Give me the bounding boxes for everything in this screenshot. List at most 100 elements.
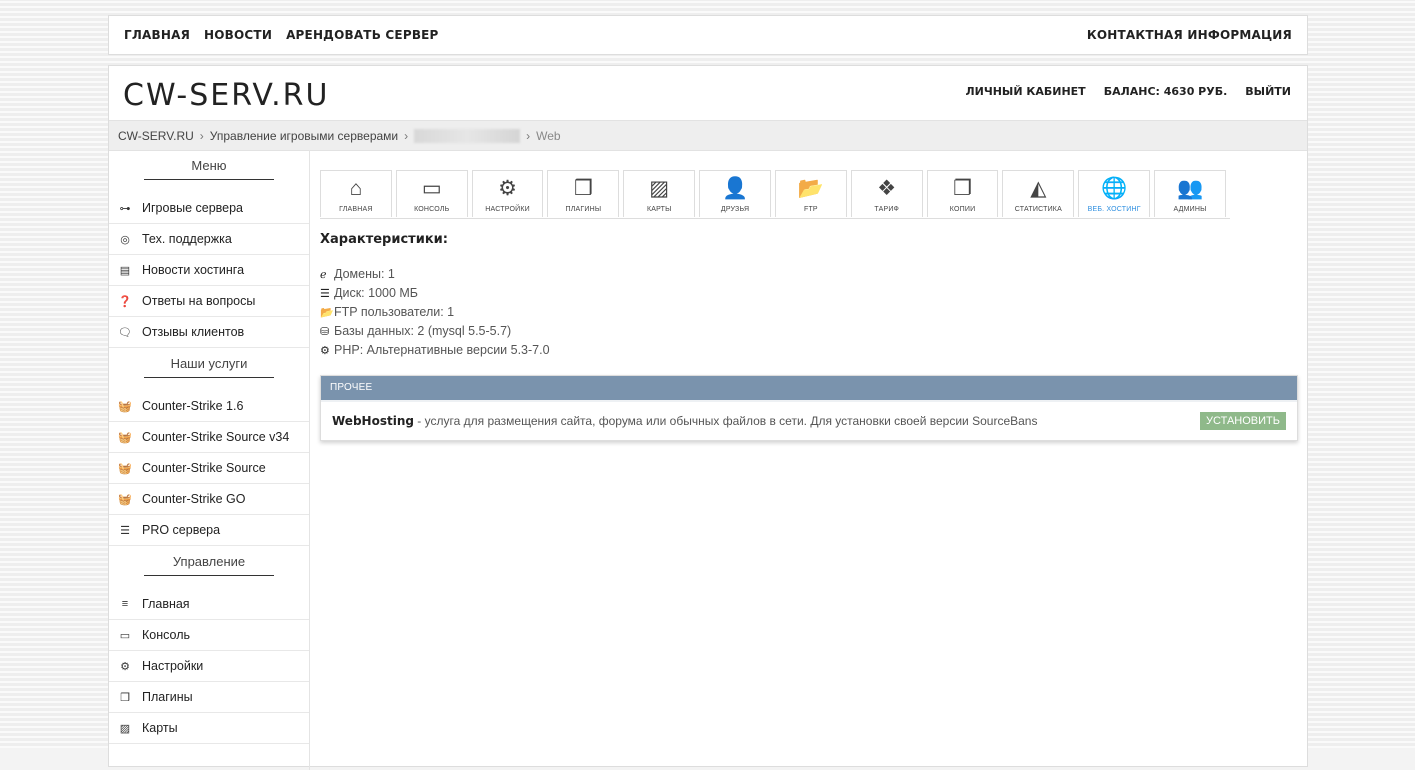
breadcrumb-separator: › bbox=[199, 128, 204, 143]
globe-icon: 🌐 bbox=[1101, 177, 1128, 200]
gear-icon: ⚙ bbox=[498, 177, 517, 200]
breadcrumb-home[interactable]: CW-SERV.RU bbox=[118, 129, 194, 143]
sidebar-item-reviews[interactable]: 🗨 Отзывы клиентов bbox=[109, 317, 309, 348]
spec-disk: ☰ Диск: 1000 МБ bbox=[320, 284, 1300, 303]
tab-label: КОПИИ bbox=[949, 206, 976, 213]
spec-domains: ℯ Домены: 1 bbox=[320, 265, 1300, 284]
sidebar: Меню ⊶ Игровые сервера ◎ Тех. поддержка ▤ Н… bbox=[109, 150, 310, 770]
ie-icon: ℯ bbox=[320, 269, 327, 281]
spec-text: FTP пользователи: 1 bbox=[334, 305, 455, 319]
tab-label: СТАТИСТИКА bbox=[1014, 206, 1062, 213]
tab-label: АДМИНЫ bbox=[1173, 206, 1207, 213]
webhosting-row: WebHosting - услуга для размещения сайта… bbox=[321, 400, 1297, 440]
sidebar-item-label: Тех. поддержка bbox=[142, 232, 232, 246]
breadcrumb: CW-SERV.RU › Управление игровыми сервера… bbox=[109, 120, 1307, 151]
basket-icon: 🧺 bbox=[118, 400, 132, 413]
tab-web-hosting[interactable]: 🌐 ВЕБ. ХОСТИНГ bbox=[1078, 170, 1151, 217]
basket-icon: 🧺 bbox=[118, 493, 132, 506]
tab-admins[interactable]: 👥 АДМИНЫ bbox=[1154, 170, 1226, 217]
gamepad-icon: ⊶ bbox=[119, 202, 131, 215]
sidebar-item-label: Игровые сервера bbox=[142, 201, 244, 215]
sidebar-item-settings[interactable]: ⚙ Настройки bbox=[109, 651, 309, 682]
area-chart-icon: ◭ bbox=[1030, 177, 1047, 200]
image-icon: ▨ bbox=[649, 177, 670, 200]
tab-label: ТАРИФ bbox=[874, 206, 900, 213]
tab-label: ПЛАГИНЫ bbox=[565, 206, 602, 213]
tab-home[interactable]: ⌂ ГЛАВНАЯ bbox=[320, 170, 392, 217]
sidebar-item-label: Новости хостинга bbox=[142, 263, 245, 277]
webhosting-desc-text: - услуга для размещения сайта, форума ил… bbox=[413, 414, 1038, 428]
question-icon: ❓ bbox=[118, 295, 132, 308]
tab-copies[interactable]: ❐ КОПИИ bbox=[926, 170, 999, 217]
tab-label: FTP bbox=[803, 206, 818, 213]
server-icon: ☰ bbox=[320, 288, 330, 300]
breadcrumb-separator: › bbox=[404, 128, 409, 143]
sidebar-item-label: Настройки bbox=[142, 659, 204, 673]
install-button[interactable]: УСТАНОВИТЬ bbox=[1200, 412, 1286, 430]
specs-list: ℯ Домены: 1 ☰ Диск: 1000 МБ 📂FTP пользоват… bbox=[320, 265, 1300, 360]
account-bar: ЛИЧНЫЙ КАБИНЕТ БАЛАНС: 4630 РУБ. ВЫЙТИ bbox=[947, 85, 1291, 98]
sidebar-item-css[interactable]: 🧺 Counter-Strike Source bbox=[109, 453, 309, 484]
tab-label: ВЕБ. ХОСТИНГ bbox=[1087, 206, 1141, 213]
nav-link-home[interactable]: ГЛАВНАЯ bbox=[124, 28, 190, 42]
sidebar-item-label: Отзывы клиентов bbox=[142, 325, 245, 339]
logout-link[interactable]: ВЫЙТИ bbox=[1245, 85, 1291, 98]
cabinet-link[interactable]: ЛИЧНЫЙ КАБИНЕТ bbox=[965, 85, 1085, 98]
newspaper-icon: ▤ bbox=[119, 264, 131, 277]
sidebar-item-label: Ответы на вопросы bbox=[142, 294, 256, 308]
top-navigation: ГЛАВНАЯ НОВОСТИ АРЕНДОВАТЬ СЕРВЕР КОНТАК… bbox=[108, 15, 1308, 55]
sidebar-item-label: Counter-Strike Source bbox=[142, 461, 266, 475]
sidebar-item-label: Главная bbox=[142, 597, 190, 611]
sidebar-item-faq[interactable]: ❓ Ответы на вопросы bbox=[109, 286, 309, 317]
sidebar-item-plugins[interactable]: ❒ Плагины bbox=[109, 682, 309, 713]
monitor-icon: ▭ bbox=[119, 629, 131, 642]
sidebar-item-cs16[interactable]: 🧺 Counter-Strike 1.6 bbox=[109, 391, 309, 422]
sidebar-section-manage: Управление bbox=[109, 546, 309, 580]
nav-link-rent-server[interactable]: АРЕНДОВАТЬ СЕРВЕР bbox=[286, 28, 439, 42]
sidebar-item-console[interactable]: ▭ Консоль bbox=[109, 620, 309, 651]
specs-title: Характеристики: bbox=[320, 232, 448, 247]
sidebar-item-game-servers[interactable]: ⊶ Игровые сервера bbox=[109, 193, 309, 224]
sidebar-item-maps[interactable]: ▨ Карты bbox=[109, 713, 309, 744]
server-tabs: ⌂ ГЛАВНАЯ ▭ КОНСОЛЬ ⚙ НАСТРОЙКИ ❒ ПЛАГИНЫ ▨ К… bbox=[320, 170, 1230, 219]
sidebar-item-label: Плагины bbox=[142, 690, 193, 704]
gear-icon: ⚙ bbox=[120, 660, 130, 673]
basket-icon: 🧺 bbox=[118, 462, 132, 475]
sidebar-item-news[interactable]: ▤ Новости хостинга bbox=[109, 255, 309, 286]
sidebar-item-css-v34[interactable]: 🧺 Counter-Strike Source v34 bbox=[109, 422, 309, 453]
breadcrumb-current: Web bbox=[536, 128, 561, 143]
tab-friends[interactable]: 👤 ДРУЗЬЯ bbox=[699, 170, 771, 217]
site-logo[interactable]: CW-SERV.RU bbox=[123, 78, 329, 113]
sidebar-item-csgo[interactable]: 🧺 Counter-Strike GO bbox=[109, 484, 309, 515]
sidebar-item-pro-servers[interactable]: ☰ PRO сервера bbox=[109, 515, 309, 546]
balance-text: БАЛАНС: 4630 РУБ. bbox=[1103, 85, 1228, 98]
tab-plugins[interactable]: ❒ ПЛАГИНЫ bbox=[547, 170, 620, 217]
tab-tariff[interactable]: ❖ ТАРИФ bbox=[850, 170, 923, 217]
sidebar-item-label: Карты bbox=[142, 721, 178, 735]
cubes-icon: ❒ bbox=[573, 177, 593, 200]
section-title: Управление bbox=[144, 554, 274, 576]
folder-open-icon: 📂 bbox=[320, 307, 334, 319]
spec-php: ⚙ PHP: Альтернативные версии 5.3-7.0 bbox=[320, 341, 1300, 360]
sidebar-item-label: PRO сервера bbox=[142, 523, 221, 537]
nav-link-contact[interactable]: КОНТАКТНАЯ ИНФОРМАЦИЯ bbox=[1087, 28, 1292, 42]
sidebar-item-label: Counter-Strike GO bbox=[142, 492, 246, 506]
tab-statistics[interactable]: ◭ СТАТИСТИКА bbox=[1002, 170, 1075, 217]
comments-icon: 🗨 bbox=[118, 326, 132, 339]
tab-label: КОНСОЛЬ bbox=[414, 206, 450, 213]
tab-settings[interactable]: ⚙ НАСТРОЙКИ bbox=[471, 170, 544, 217]
spec-text: PHP: Альтернативные версии 5.3-7.0 bbox=[334, 343, 550, 357]
breadcrumb-blurred-server[interactable] bbox=[414, 128, 521, 143]
nav-link-news[interactable]: НОВОСТИ bbox=[204, 28, 272, 42]
sidebar-item-main[interactable]: ≡ Главная bbox=[109, 589, 309, 620]
tab-ftp[interactable]: 📂 FTP bbox=[774, 170, 847, 217]
panel-header: ПРОЧЕЕ bbox=[321, 376, 1297, 400]
spec-databases: ⛁ Базы данных: 2 (mysql 5.5-5.7) bbox=[320, 322, 1300, 341]
breadcrumb-separator: › bbox=[526, 128, 531, 143]
tab-maps[interactable]: ▨ КАРТЫ bbox=[623, 170, 696, 217]
monitor-icon: ▭ bbox=[421, 177, 442, 200]
sidebar-section-menu: Меню bbox=[109, 150, 309, 184]
breadcrumb-section[interactable]: Управление игровыми серверами bbox=[210, 129, 398, 143]
sidebar-item-support[interactable]: ◎ Тех. поддержка bbox=[109, 224, 309, 255]
tab-console[interactable]: ▭ КОНСОЛЬ bbox=[395, 170, 468, 217]
